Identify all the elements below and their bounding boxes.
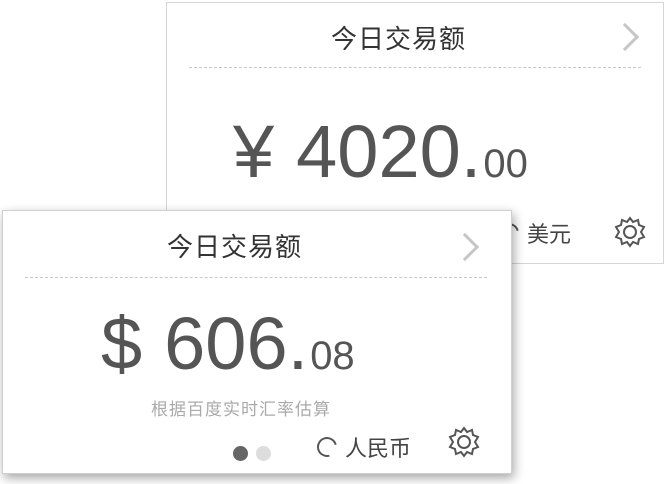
currency-symbol: ¥ [233,110,275,193]
chevron-right-icon[interactable] [610,22,640,52]
amount-decimal: 08 [310,334,355,378]
gear-icon[interactable] [613,215,647,249]
card-title: 今日交易额 [331,25,467,55]
divider [189,67,641,68]
currency-symbol: $ [101,302,143,385]
gear-icon[interactable] [447,425,481,459]
chevron-right-icon[interactable] [450,232,480,262]
currency-label: 美元 [527,223,572,248]
card-title: 今日交易额 [167,233,303,263]
divider [25,277,487,278]
exchange-rate-note: 根据百度实时汇率估算 [151,400,331,420]
amount-decimal: 00 [483,142,528,186]
amount-display: $606.08 [101,301,355,386]
amount-display: ¥4020.00 [233,109,528,194]
pager-dot-active[interactable] [233,446,248,461]
currency-label: 人民币 [345,437,412,462]
refresh-icon[interactable] [313,433,341,461]
amount-integer: 606. [164,302,309,385]
pager-dots [233,446,271,461]
exchange-card-front: 今日交易额 $606.08 根据百度实时汇率估算 人民币 [2,210,512,474]
currency-switcher[interactable]: 人民币 [313,431,412,463]
amount-integer: 4020. [296,110,482,193]
pager-dot[interactable] [256,446,271,461]
